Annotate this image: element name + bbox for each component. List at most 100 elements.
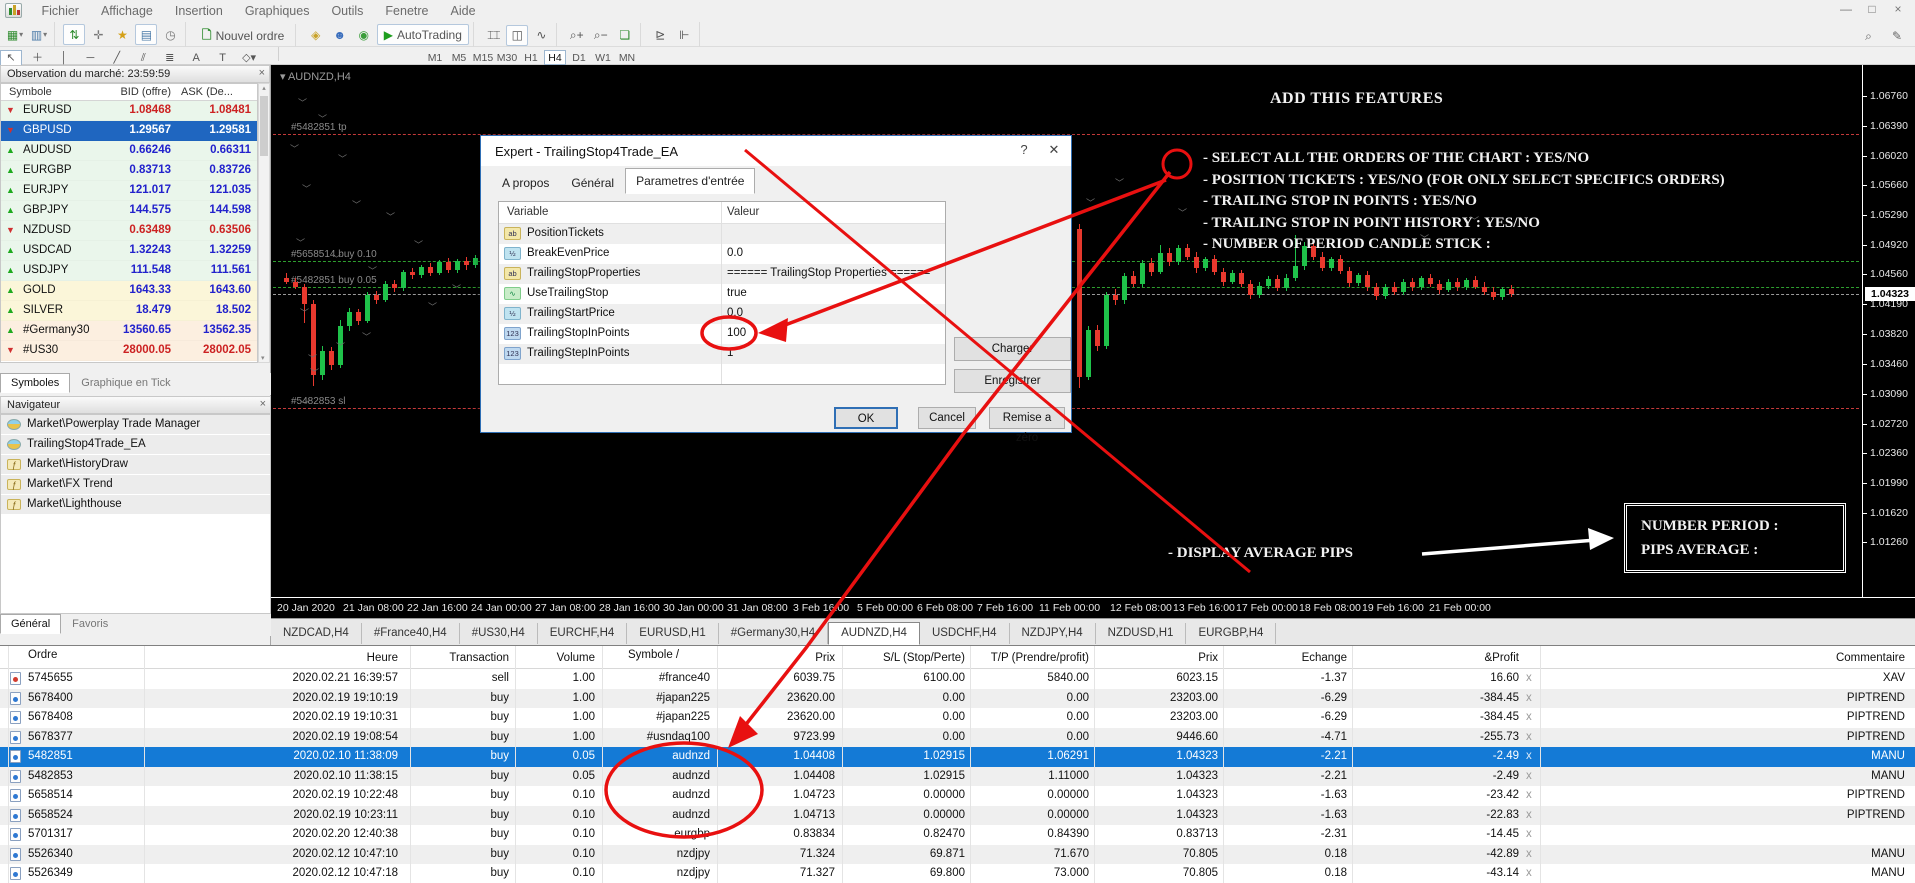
parameter-value[interactable]: 0.0 [727, 247, 942, 259]
maximize-icon[interactable]: □ [1859, 2, 1885, 16]
menu-item-graphiques[interactable]: Graphiques [234, 0, 321, 22]
orders-col-symbole[interactable]: Symbole / [628, 649, 679, 661]
market-watch-row[interactable]: ▼ #US30 28000.05 28002.05 [1, 341, 257, 361]
reset-button[interactable]: Remise a zéro [989, 407, 1065, 444]
market-watch-row[interactable]: ▲ GBPJPY 144.575 144.598 [1, 201, 257, 221]
dialog-parameter-row[interactable]: ½ BreakEvenPrice 0.0 [499, 244, 945, 264]
signals-icon[interactable]: ◉ [353, 24, 375, 45]
order-row[interactable]: 5526349 2020.02.12 10:47:18 buy 0.10 nzdjpy 7… [0, 864, 1915, 883]
chart-profiles-icon[interactable]: ▥ ▾ [28, 24, 50, 45]
market-watch-row[interactable]: ▼ GBPUSD 1.29567 1.29581 [1, 121, 257, 141]
timeframe-M1[interactable]: M1 [424, 51, 446, 66]
chart-tab-nzdcadh4[interactable]: NZDCAD,H4 [271, 623, 362, 644]
order-close-icon[interactable]: x [1526, 672, 1532, 684]
auto-scroll-icon[interactable]: ⊵ [649, 24, 671, 45]
parameter-value[interactable]: 1 [727, 347, 942, 359]
bar-chart-icon[interactable]: ⌶⌶ [482, 25, 504, 46]
chart-shift-icon[interactable]: ⊩ [673, 24, 695, 45]
close-icon[interactable]: × [1885, 2, 1911, 16]
order-close-icon[interactable]: x [1526, 731, 1532, 743]
market-watch-row[interactable]: ▲ GOLD 1643.33 1643.60 [1, 281, 257, 301]
dialog-parameter-row[interactable]: 123 TrailingStepInPoints 1 [499, 344, 945, 364]
dialog-parameter-row[interactable]: ∿ UseTrailingStop true [499, 284, 945, 304]
timeframe-H1[interactable]: H1 [520, 51, 542, 66]
market-watch-icon[interactable]: ⇅ [63, 24, 86, 45]
parameter-value[interactable]: 0.0 [727, 307, 942, 319]
dialog-close-icon[interactable]: ✕ [1039, 136, 1069, 164]
strategy-tester-icon[interactable]: ◷ [159, 24, 181, 45]
community-icon[interactable]: ☻ [329, 24, 351, 45]
market-watch-close-icon[interactable]: × [259, 67, 265, 79]
chart-tab-france40h4[interactable]: #France40,H4 [362, 623, 460, 644]
cancel-button[interactable]: Cancel [918, 407, 976, 429]
navigator-item[interactable]: ƒ Market\Lighthouse [1, 495, 270, 515]
timeframe-MN[interactable]: MN [616, 51, 638, 66]
terminal-icon[interactable]: ▤ [135, 24, 158, 45]
market-watch-row[interactable]: ▲ SILVER 18.479 18.502 [1, 301, 257, 321]
order-close-icon[interactable]: x [1526, 867, 1532, 879]
order-close-icon[interactable]: x [1526, 828, 1532, 840]
candlestick-chart-icon[interactable]: ◫ [506, 24, 529, 46]
dialog-tab-parametres-d-entrée[interactable]: Parametres d'entrée [625, 168, 756, 194]
order-row[interactable]: 5678377 2020.02.19 19:08:54 buy 1.00 #usndaq… [0, 727, 1915, 747]
timeframe-M15[interactable]: M15 [472, 51, 494, 66]
menu-item-outils[interactable]: Outils [320, 0, 374, 22]
new-chart-icon[interactable]: ▦ ▾ [4, 24, 26, 45]
chart-tab-eurchfh4[interactable]: EURCHF,H4 [538, 623, 628, 644]
dialog-parameter-row[interactable]: ab PositionTickets [499, 224, 945, 244]
chart-tab-eurgbph4[interactable]: EURGBP,H4 [1186, 623, 1277, 644]
chart-tab-eurusdh1[interactable]: EURUSD,H1 [627, 623, 719, 644]
navigator-close-icon[interactable]: × [260, 398, 266, 410]
order-close-icon[interactable]: x [1526, 750, 1532, 762]
order-row[interactable]: 5701317 2020.02.20 12:40:38 buy 0.10 eurgbp 0… [0, 825, 1915, 845]
order-row[interactable]: 5658514 2020.02.19 10:22:48 buy 0.10 audnzd 1… [0, 786, 1915, 806]
menu-item-fichier[interactable]: Fichier [30, 0, 90, 22]
parameter-value[interactable]: ====== TrailingStop Properties ====== [727, 267, 942, 279]
order-row[interactable]: 5745655 2020.02.21 16:39:57 sell 1.00 #franc… [0, 669, 1915, 689]
tab-général[interactable]: Général [0, 614, 62, 634]
dialog-parameter-row[interactable]: ½ TrailingStartPrice 0.0 [499, 304, 945, 324]
minimize-icon[interactable]: — [1833, 2, 1859, 16]
line-chart-icon[interactable]: ∿ [530, 25, 552, 46]
metaeditor-icon[interactable]: ◈ [305, 24, 327, 45]
tab-favoris[interactable]: Favoris [61, 614, 119, 634]
market-watch-row[interactable]: ▲ USDCAD 1.32243 1.32259 [1, 241, 257, 261]
order-row[interactable]: 5482853 2020.02.10 11:38:15 buy 0.05 audnzd 1… [0, 766, 1915, 786]
chart-tab-nzdjpyh4[interactable]: NZDJPY,H4 [1010, 623, 1096, 644]
dialog-parameter-row[interactable]: ab TrailingStopProperties ====== TrailingS… [499, 264, 945, 284]
timeframe-W1[interactable]: W1 [592, 51, 614, 66]
menu-item-affichage[interactable]: Affichage [90, 0, 164, 22]
market-watch-row[interactable]: ▲ EURGBP 0.83713 0.83726 [1, 161, 257, 181]
order-row[interactable]: 5678400 2020.02.19 19:10:19 buy 1.00 #japan2… [0, 688, 1915, 708]
tile-windows-icon[interactable]: ❏ [614, 25, 636, 46]
market-watch-scrollbar[interactable]: ▴ ▾ [258, 83, 270, 363]
ok-button[interactable]: OK [834, 407, 898, 429]
load-button[interactable]: Charger [954, 337, 1071, 361]
parameter-value[interactable]: true [727, 287, 942, 299]
chart-tab-germany30h4[interactable]: #Germany30,H4 [719, 623, 829, 644]
orders-col-ordre[interactable]: Ordre [28, 649, 57, 661]
parameter-value[interactable]: 100 [727, 327, 942, 339]
market-watch-row[interactable]: ▼ NZDUSD 0.63489 0.63506 [1, 221, 257, 241]
navigator-icon[interactable]: ★ [111, 24, 133, 45]
mw-col-ask[interactable]: ASK (De... [181, 86, 233, 98]
search-icon[interactable]: ⌕ [1858, 26, 1880, 47]
dialog-titlebar[interactable]: Expert - TrailingStop4Trade_EA ? ✕ [481, 136, 1071, 166]
timeframe-H4[interactable]: H4 [543, 50, 566, 65]
chart-tab-usdchfh4[interactable]: USDCHF,H4 [920, 623, 1010, 644]
navigator-item[interactable]: Market\Powerplay Trade Manager [1, 415, 270, 435]
chart-tab-nzdusdh1[interactable]: NZDUSD,H1 [1096, 623, 1187, 644]
autotrading-button[interactable]: ▶ AutoTrading [376, 24, 469, 45]
dialog-tab-a-propos[interactable]: A propos [491, 170, 560, 196]
timeframe-M30[interactable]: M30 [496, 51, 518, 66]
order-close-icon[interactable]: x [1526, 848, 1532, 860]
new-order-button[interactable]: 🗋 Nouvel ordre [195, 26, 291, 47]
mw-col-symbol[interactable]: Symbole [9, 86, 52, 98]
order-row[interactable]: 5482851 2020.02.10 11:38:09 buy 0.05 audnzd 1… [0, 747, 1915, 767]
order-row[interactable]: 5678408 2020.02.19 19:10:31 buy 1.00 #japan2… [0, 708, 1915, 728]
order-close-icon[interactable]: x [1526, 809, 1532, 821]
menu-item-aide[interactable]: Aide [440, 0, 487, 22]
dialog-parameter-row[interactable]: 123 TrailingStopInPoints 100 [499, 324, 945, 344]
data-window-icon[interactable]: ✛ [87, 24, 109, 45]
menu-item-fenetre[interactable]: Fenetre [374, 0, 439, 22]
